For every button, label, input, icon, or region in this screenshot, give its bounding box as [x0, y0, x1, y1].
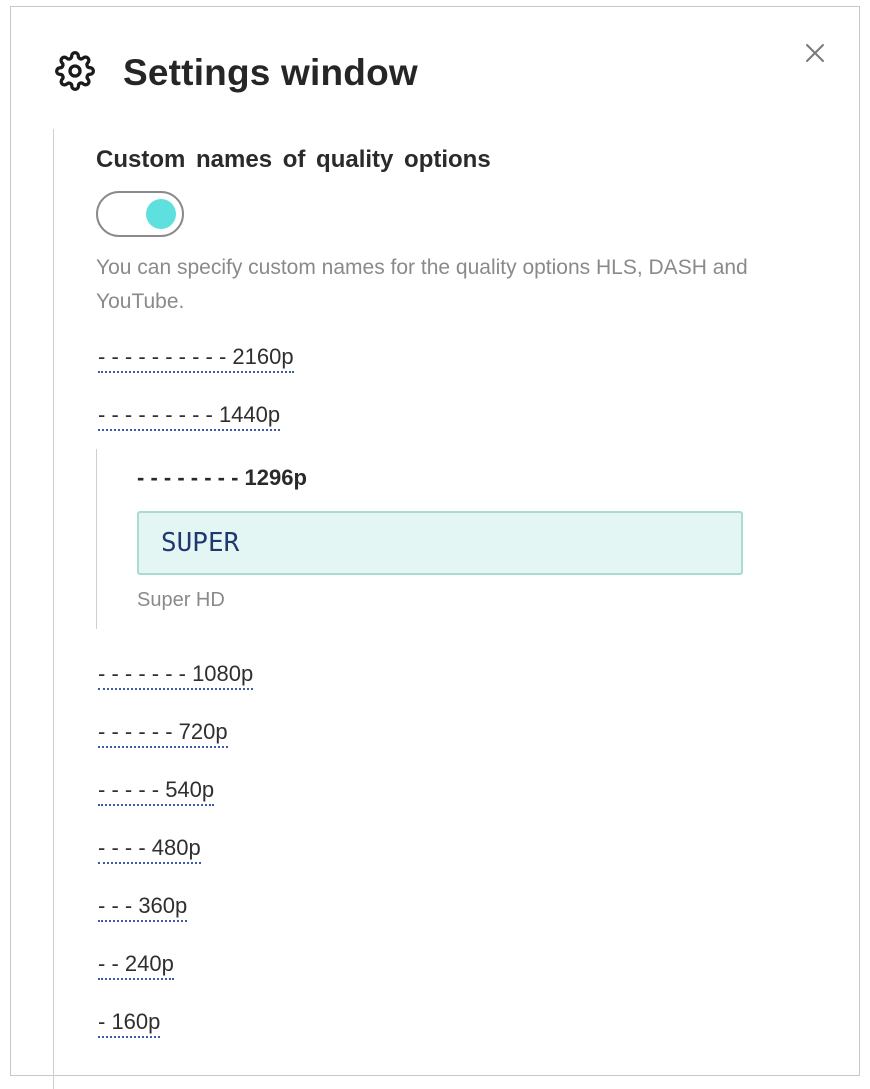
quality-option-540p[interactable]: - - - - - 540p	[98, 776, 215, 806]
gear-icon	[55, 51, 95, 91]
quality-name-input[interactable]	[137, 511, 743, 575]
quality-option-2160p[interactable]: - - - - - - - - - - 2160p	[98, 343, 294, 373]
quality-option-360p[interactable]: - - - 360p	[98, 892, 188, 922]
quality-option-240p[interactable]: - - 240p	[98, 950, 174, 980]
quality-option-160p[interactable]: - 160p	[98, 1008, 161, 1038]
expanded-quality-option: - - - - - - - - 1296p Super HD	[96, 449, 797, 629]
close-icon[interactable]	[803, 41, 827, 65]
section-description: You can specify custom names for the qua…	[96, 256, 748, 313]
quality-option-720p[interactable]: - - - - - - 720p	[98, 718, 228, 748]
custom-names-toggle[interactable]	[96, 191, 184, 237]
quality-option-1080p[interactable]: - - - - - - - 1080p	[98, 660, 254, 690]
expanded-quality-label: - - - - - - - - 1296p	[137, 465, 307, 490]
toggle-knob	[146, 199, 176, 229]
dialog-title: Settings window	[123, 52, 418, 93]
quality-option-1440p[interactable]: - - - - - - - - - 1440p	[98, 401, 281, 431]
quality-option-480p[interactable]: - - - - 480p	[98, 834, 201, 864]
settings-dialog: Settings window Custom names of quality …	[10, 6, 860, 1089]
section-heading: Custom names of quality options	[96, 146, 491, 173]
quality-name-hint: Super HD	[137, 589, 225, 611]
settings-content: Custom names of quality options You can …	[53, 129, 844, 1089]
